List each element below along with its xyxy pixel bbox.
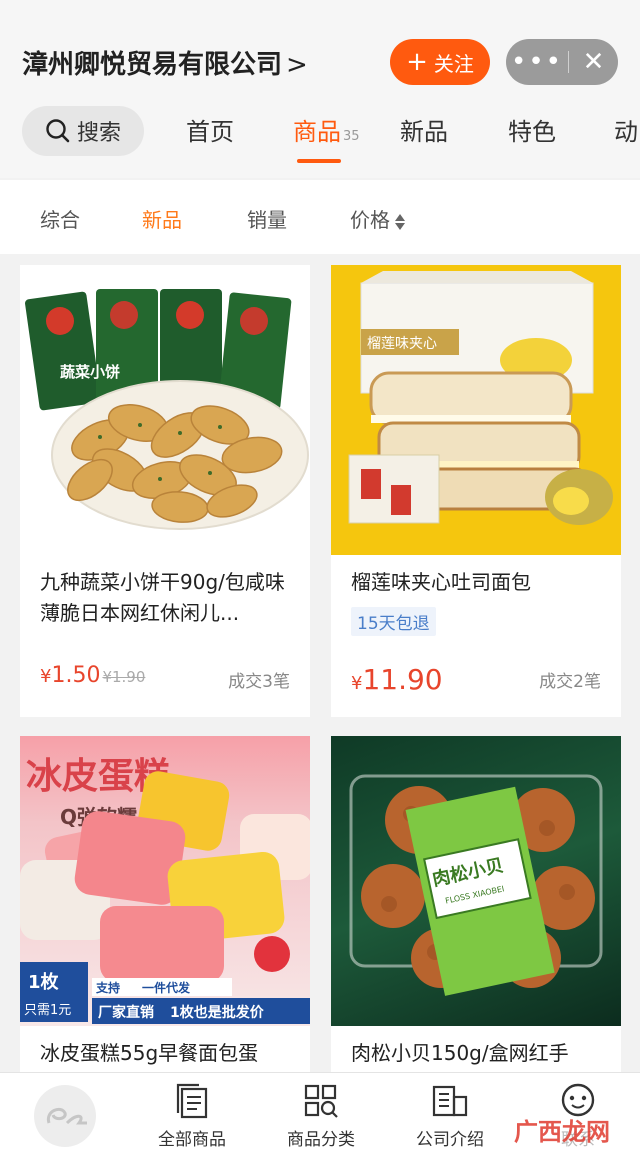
filter-sales[interactable]: 销量 xyxy=(247,204,287,233)
tab-new[interactable]: 新品 xyxy=(400,112,448,147)
tab-categories[interactable]: 商品分类 xyxy=(261,1079,381,1150)
currency-symbol: ¥ xyxy=(351,673,363,694)
filter-comprehensive[interactable]: 综合 xyxy=(40,204,80,233)
sold-count: 成交3笔 xyxy=(228,672,290,692)
currency-symbol: ¥ xyxy=(40,666,52,687)
filter-bar: 综合 新品 销量 价格 xyxy=(0,180,640,254)
company-name-link[interactable]: 漳州卿悦贸易有限公司 > xyxy=(22,44,308,81)
box-text: 榴莲味夹心 xyxy=(367,336,437,352)
filter-price[interactable]: 价格 xyxy=(350,204,406,233)
sold-count: 成交2笔 xyxy=(539,672,601,692)
product-card[interactable]: 蔬菜小饼 九种蔬菜小饼干90g/包咸味薄脆日本网红休闲儿... ¥1.50 ¥1… xyxy=(20,265,310,717)
product-image: 肉松小贝 FLOSS XIAOBEI xyxy=(331,736,621,1026)
image-promo-1: 1枚 xyxy=(28,971,60,993)
active-tab-indicator xyxy=(297,159,341,163)
tab-activity[interactable]: 动 xyxy=(614,112,638,147)
chevron-right-icon: > xyxy=(286,50,308,80)
shop-header: 漳州卿悦贸易有限公司 > + 关注 ••• ✕ 搜索 首页 商品 35 新品 特色 … xyxy=(0,0,640,178)
durian-toast-illustration: 榴莲味夹心 xyxy=(348,271,613,525)
search-label: 搜索 xyxy=(76,121,121,146)
shop-logo[interactable] xyxy=(34,1085,96,1147)
product-image: 榴莲味夹心 xyxy=(331,265,621,555)
image-promo-2: 只需1元 xyxy=(24,1003,71,1018)
plus-icon: + xyxy=(406,47,428,77)
follow-button[interactable]: + 关注 xyxy=(390,39,490,85)
tab-company-intro[interactable]: 公司介绍 xyxy=(390,1079,510,1150)
product-card[interactable]: 榴莲味夹心 榴莲味夹心吐司面包 15天包退 ¥11.90 成交2笔 xyxy=(331,265,621,717)
product-price: ¥1.50 ¥1.90 xyxy=(40,663,145,688)
product-title: 九种蔬菜小饼干90g/包咸味薄脆日本网红休闲儿... xyxy=(40,570,285,625)
tab-featured[interactable]: 特色 xyxy=(508,112,556,147)
floss-illustration: 肉松小贝 FLOSS XIAOBEI xyxy=(349,774,603,996)
site-watermark: 广西龙网 xyxy=(514,1118,610,1146)
tab-all-products[interactable]: 全部商品 xyxy=(132,1079,252,1150)
product-image: 冰皮蛋糕 Q弹软糯 1枚 只需1元 支持 一件代发 厂家直销 1枚也是批发价 xyxy=(20,736,310,1026)
image-promo-5: 厂家直销 xyxy=(98,1004,154,1021)
product-image: 蔬菜小饼 xyxy=(20,265,310,555)
mochi-illustration: 冰皮蛋糕 Q弹软糯 1枚 只需1元 支持 一件代发 厂家直销 1枚也是批发价 xyxy=(20,755,310,1024)
filter-price-label: 价格 xyxy=(350,208,390,232)
tab-home[interactable]: 首页 xyxy=(186,112,234,147)
more-icon[interactable]: ••• xyxy=(506,39,568,85)
original-price: ¥1.90 xyxy=(102,668,146,686)
product-title: 冰皮蛋糕55g早餐面包蛋 xyxy=(40,1041,259,1065)
search-icon xyxy=(46,119,70,143)
follow-label: 关注 xyxy=(433,51,474,76)
tab-company-intro-label: 公司介绍 xyxy=(416,1130,484,1150)
product-price: ¥11.90 xyxy=(351,663,443,696)
sort-arrows-icon xyxy=(394,213,406,231)
document-list-icon xyxy=(176,1083,208,1119)
search-button[interactable]: 搜索 xyxy=(22,106,144,156)
image-promo-6: 1枚也是批发价 xyxy=(170,1004,265,1021)
product-title: 榴莲味夹心吐司面包 xyxy=(351,570,531,594)
company-name: 漳州卿悦贸易有限公司 xyxy=(22,50,283,80)
filter-new[interactable]: 新品 xyxy=(142,204,182,233)
tab-products[interactable]: 商品 35 xyxy=(293,112,360,147)
category-grid-icon xyxy=(304,1084,338,1118)
package-text: 蔬菜小饼 xyxy=(60,363,120,381)
tab-products-label: 商品 xyxy=(293,118,341,146)
price-value: 1.50 xyxy=(51,663,101,688)
return-policy-badge: 15天包退 xyxy=(351,607,436,636)
price-value: 11.90 xyxy=(362,663,443,696)
product-title: 肉松小贝150g/盒网红手 xyxy=(351,1041,569,1065)
biscuit-illustration: 蔬菜小饼 xyxy=(25,289,309,530)
product-card[interactable]: 冰皮蛋糕 Q弹软糯 1枚 只需1元 支持 一件代发 厂家直销 1枚也是批发价 冰… xyxy=(20,736,310,1076)
tab-categories-label: 商品分类 xyxy=(287,1130,355,1150)
image-promo-4: 一件代发 xyxy=(142,980,191,995)
brand-logo-icon xyxy=(46,1107,87,1125)
product-card[interactable]: 肉松小贝 FLOSS XIAOBEI 肉松小贝150g/盒网红手 xyxy=(331,736,621,1076)
tab-all-products-label: 全部商品 xyxy=(158,1130,226,1150)
miniprogram-capsule: ••• ✕ xyxy=(506,39,618,85)
product-count: 35 xyxy=(343,129,360,144)
image-promo-3: 支持 xyxy=(95,980,120,995)
close-icon[interactable]: ✕ xyxy=(569,39,618,85)
building-icon xyxy=(432,1085,468,1117)
